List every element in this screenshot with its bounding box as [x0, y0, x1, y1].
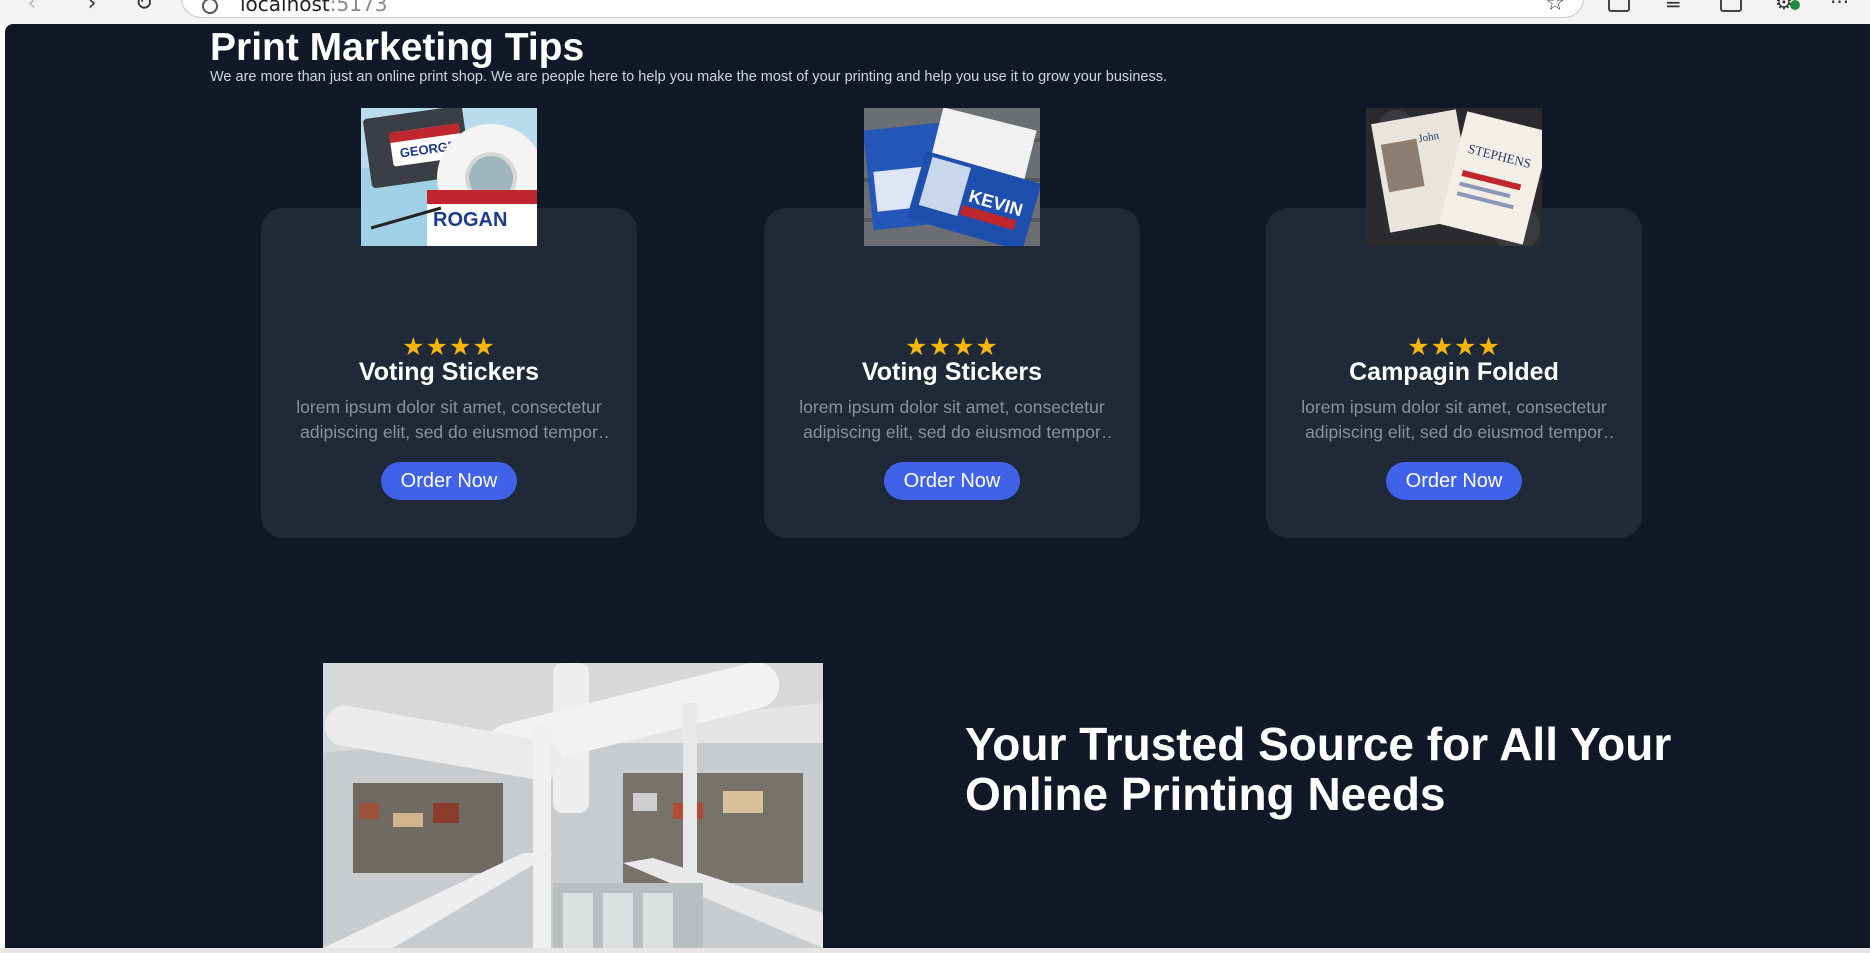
browser-toolbar: ‹ › ↻ localhost:5173 ☆ ≡ ⚙ ··· — [0, 0, 1870, 24]
rating-stars-icon: ★★★★ — [1407, 332, 1501, 361]
card-title: Voting Stickers — [861, 358, 1043, 386]
card-title: Campagin Folded — [1349, 358, 1559, 386]
sticker-roll-image[interactable]: GEORGE ROGAN — [361, 108, 537, 246]
card-description: lorem ipsum dolor sit amet, consectetur … — [799, 397, 1105, 442]
address-bar[interactable]: localhost:5173 ☆ — [181, 0, 1584, 18]
card-description: lorem ipsum dolor sit amet, consectetur … — [1301, 397, 1607, 442]
site-info-icon[interactable] — [202, 0, 218, 14]
rating-stars-icon: ★★★★ — [402, 332, 496, 361]
product-card: ★★★★ Voting Stickers lorem ipsum dolor s… — [764, 208, 1140, 538]
order-now-button[interactable]: Order Now — [1386, 462, 1522, 500]
section-title: Print Marketing Tips — [210, 26, 585, 69]
refresh-icon[interactable]: ↻ — [132, 0, 156, 15]
collections-icon[interactable] — [1720, 0, 1742, 12]
product-card: ★★★★ Voting Stickers lorem ipsum dolor s… — [261, 208, 637, 538]
product-card: ★★★★ Campagin Folded lorem ipsum dolor s… — [1266, 208, 1642, 538]
page-viewport: Print Marketing Tips We are more than ju… — [5, 24, 1870, 948]
favorites-list-icon[interactable]: ≡ — [1665, 0, 1682, 12]
order-now-button[interactable]: Order Now — [884, 462, 1020, 500]
favorite-star-icon[interactable]: ☆ — [1545, 0, 1565, 15]
split-screen-icon[interactable] — [1608, 0, 1630, 12]
trusted-source-heading: Your Trusted Source for All Your Online … — [965, 718, 1672, 820]
rating-stars-icon: ★★★★ — [905, 332, 999, 361]
card-title: Voting Stickers — [358, 358, 540, 386]
order-now-button[interactable]: Order Now — [381, 462, 517, 500]
extension-status-badge — [1790, 0, 1800, 10]
more-menu-icon[interactable]: ··· — [1830, 0, 1849, 12]
url-port: :5173 — [329, 0, 388, 16]
forward-icon[interactable]: › — [80, 0, 104, 15]
warehouse-image — [323, 663, 823, 948]
postcard-image[interactable]: KEVIN — [864, 108, 1040, 246]
back-icon[interactable]: ‹ — [20, 0, 44, 15]
url-text[interactable]: localhost:5173 — [240, 0, 387, 16]
card-description: lorem ipsum dolor sit amet, consectetur … — [296, 397, 602, 442]
section-subtitle: We are more than just an online print sh… — [210, 69, 1168, 85]
campaign-folded-image[interactable]: John STEPHENS — [1366, 108, 1542, 246]
sticker-text: ROGAN — [433, 209, 507, 231]
url-host: localhost — [240, 0, 330, 16]
window-bottom-edge — [0, 948, 1870, 953]
